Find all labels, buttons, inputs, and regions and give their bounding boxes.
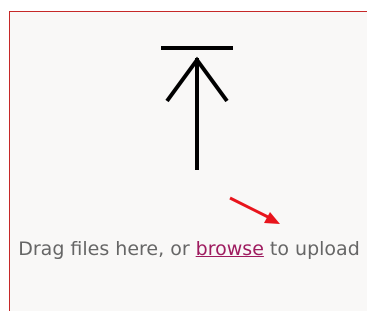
dropzone-text-before: Drag files here, or [18,238,196,260]
file-dropzone[interactable]: Drag files here, or browse to upload [9,11,367,311]
red-arrow-annotation [229,196,280,224]
dropzone-instructions: Drag files here, or browse to upload [10,233,367,265]
upload-arrow-icon [161,46,233,170]
browse-link[interactable]: browse [196,238,264,260]
dropzone-text-after: to upload [263,238,360,260]
